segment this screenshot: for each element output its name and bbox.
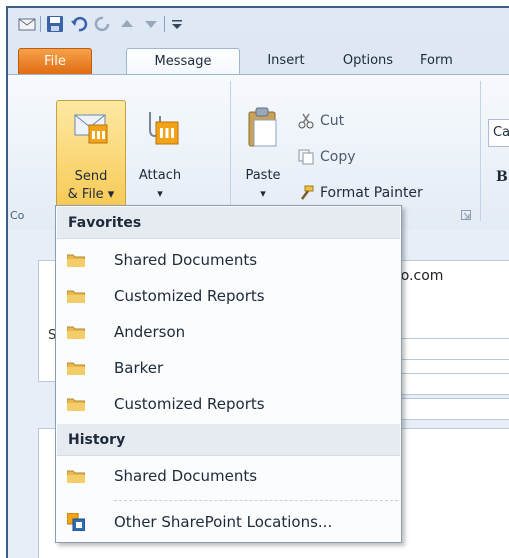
send-file-label-1: Send: [74, 169, 108, 184]
menu-item-label: Other SharePoint Locations...: [114, 513, 333, 531]
attach-button[interactable]: Attach ▾: [128, 100, 192, 214]
paste-label: Paste: [245, 168, 281, 183]
tab-options[interactable]: Options: [330, 48, 406, 74]
attach-icon: [149, 112, 179, 145]
menu-divider: [114, 500, 398, 501]
paste-dropdown-arrow: ▾: [260, 187, 266, 200]
send-and-file-icon: [74, 114, 108, 144]
tab-file[interactable]: File: [18, 48, 92, 75]
favorite-customized-reports[interactable]: Customized Reports: [57, 278, 400, 314]
dialog-launcher-icon[interactable]: [461, 210, 471, 220]
cut-label: Cut: [320, 113, 345, 129]
attach-label: Attach: [138, 168, 182, 183]
menu-item-label: Customized Reports: [114, 287, 265, 305]
save-icon[interactable]: [46, 15, 64, 33]
favorite-barker[interactable]: Barker: [57, 350, 400, 386]
group-label-partial: Co: [10, 209, 25, 222]
attach-dropdown-arrow: ▾: [157, 187, 163, 200]
folder-icon: [67, 290, 85, 303]
copy-icon: [298, 149, 314, 165]
folder-icon: [67, 398, 85, 411]
quick-access-toolbar: [8, 8, 509, 40]
history-header: History: [57, 424, 400, 456]
menu-item-label: Shared Documents: [114, 467, 258, 485]
scissors-icon: [298, 113, 314, 129]
history-shared-documents[interactable]: Shared Documents: [57, 458, 400, 494]
send-and-file-menu: Favorites Shared Documents Customized Re…: [55, 205, 402, 543]
folder-icon: [67, 254, 85, 267]
menu-item-label: Shared Documents: [114, 251, 258, 269]
up-arrow-icon[interactable]: [118, 15, 136, 33]
menu-item-label: Anderson: [114, 323, 186, 341]
paste-icon: [248, 107, 277, 147]
other-sharepoint-locations[interactable]: Other SharePoint Locations...: [57, 504, 400, 540]
sharepoint-icon: [67, 513, 85, 531]
menu-item-label: Barker: [114, 359, 164, 377]
menu-item-label: Customized Reports: [114, 395, 265, 413]
folder-icon: [67, 362, 85, 375]
copy-label: Copy: [320, 149, 356, 165]
redo-icon[interactable]: [94, 15, 112, 33]
customize-qat-icon[interactable]: [168, 15, 186, 33]
folder-icon: [67, 470, 85, 483]
favorites-header: Favorites: [57, 207, 400, 239]
favorite-anderson[interactable]: Anderson: [57, 314, 400, 350]
font-name-box[interactable]: Ca: [488, 119, 509, 147]
tab-insert[interactable]: Insert: [254, 48, 318, 74]
down-arrow-icon[interactable]: [142, 15, 160, 33]
favorite-shared-documents[interactable]: Shared Documents: [57, 242, 400, 278]
format-painter-icon: [301, 185, 314, 200]
tab-format[interactable]: Form: [420, 48, 460, 74]
undo-icon[interactable]: [70, 15, 88, 33]
tab-message[interactable]: Message: [126, 48, 240, 76]
bold-button[interactable]: B: [496, 169, 508, 185]
send-file-label-2: & File ▾: [67, 187, 115, 202]
format-painter-label: Format Painter: [320, 185, 423, 201]
send-and-file-button[interactable]: Send & File ▾: [56, 100, 126, 216]
paste-button[interactable]: Paste ▾: [238, 100, 288, 214]
app-icon[interactable]: [18, 15, 36, 33]
favorite-customized-reports-2[interactable]: Customized Reports: [57, 386, 400, 422]
folder-icon: [67, 326, 85, 339]
